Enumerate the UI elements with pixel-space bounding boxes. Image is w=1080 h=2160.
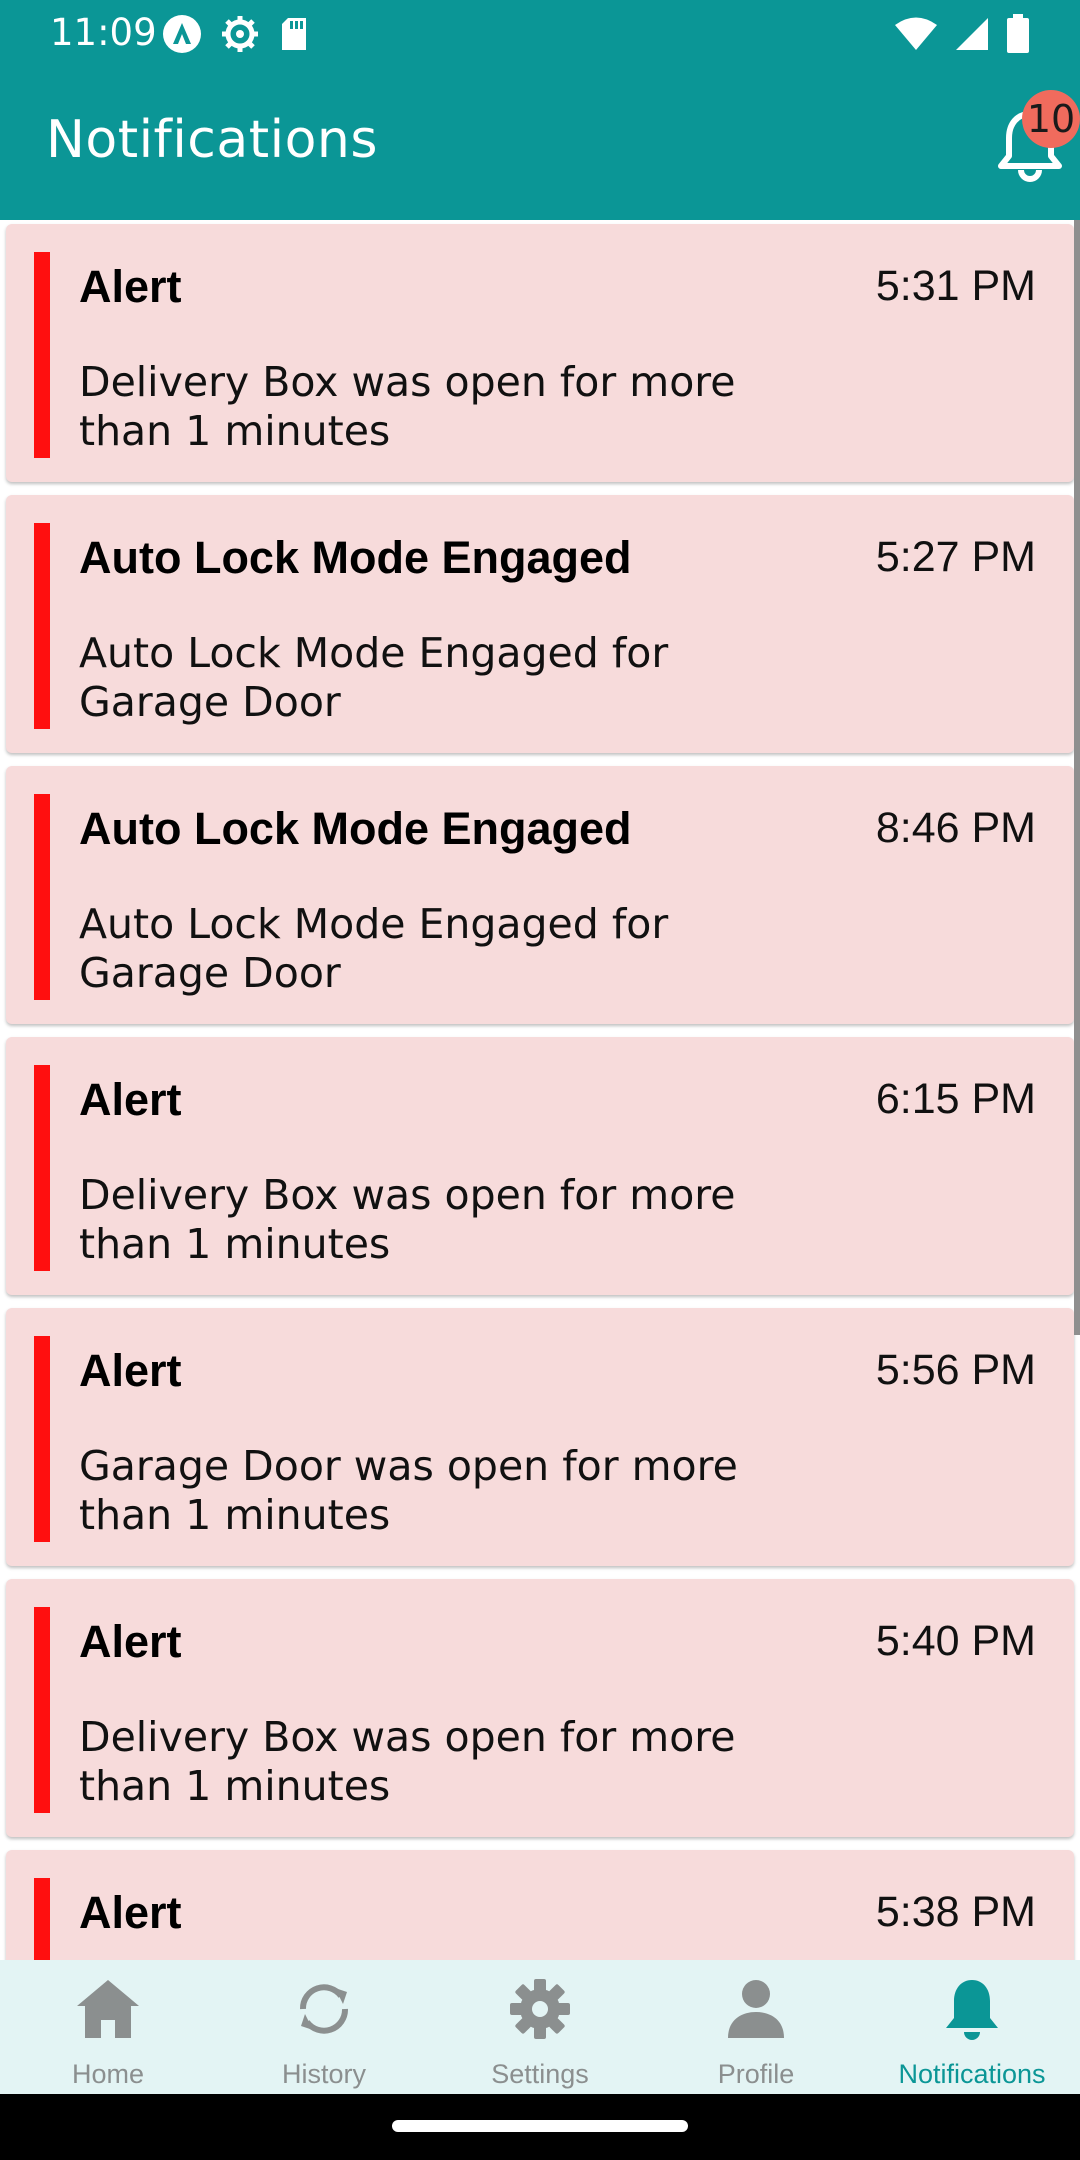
home-icon (77, 1980, 139, 2038)
status-icons-left (162, 14, 310, 59)
bell-icon (946, 1980, 998, 2040)
nav-settings[interactable]: Settings (432, 1960, 648, 2094)
gear-icon (510, 1979, 570, 2039)
android-auto-icon (162, 14, 202, 59)
notification-message: Delivery Box was open for more than 1 mi… (79, 1171, 736, 1268)
notification-card[interactable]: Alert 6:15 PM Delivery Box was open for … (6, 1037, 1074, 1295)
page-title: Notifications (46, 110, 378, 170)
nav-history-label: History (281, 2059, 366, 2089)
severity-bar (34, 1065, 50, 1271)
notification-list[interactable]: Alert 5:31 PM Delivery Box was open for … (0, 220, 1080, 1960)
system-navigation-bar (0, 2094, 1080, 2160)
severity-bar (34, 794, 50, 1000)
notification-card[interactable]: Auto Lock Mode Engaged 8:46 PM Auto Lock… (6, 766, 1074, 1024)
notification-card[interactable]: Alert 5:31 PM Delivery Box was open for … (6, 224, 1074, 482)
notification-title: Alert (79, 1887, 182, 1938)
notification-message: Garage Door was open for more than 1 min… (79, 1442, 738, 1539)
notification-card[interactable]: Auto Lock Mode Engaged 5:27 PM Auto Lock… (6, 495, 1074, 753)
notification-title: Auto Lock Mode Engaged (79, 532, 632, 583)
notification-title: Alert (79, 261, 182, 312)
severity-bar (34, 1878, 50, 1960)
nav-settings-label: Settings (491, 2059, 589, 2089)
notification-title: Alert (79, 1345, 182, 1396)
notification-card[interactable]: Alert 5:38 PM (6, 1850, 1074, 1960)
wifi-icon (894, 16, 938, 57)
notification-time: 6:15 PM (875, 1075, 1036, 1123)
notification-time: 5:38 PM (875, 1888, 1036, 1936)
notification-time: 5:40 PM (875, 1617, 1036, 1665)
notification-title: Alert (79, 1616, 182, 1667)
nav-home-label: Home (71, 2059, 145, 2089)
person-icon (728, 1980, 784, 2038)
notification-time: 8:46 PM (875, 804, 1036, 852)
nav-profile-label: Profile (717, 2059, 795, 2089)
home-gesture-handle[interactable] (392, 2120, 688, 2132)
cellular-signal-icon (954, 16, 990, 57)
severity-bar (34, 252, 50, 458)
notification-message: Delivery Box was open for more than 1 mi… (79, 358, 736, 455)
nav-history[interactable]: History (216, 1960, 432, 2094)
notification-title: Alert (79, 1074, 182, 1125)
notification-time: 5:31 PM (875, 262, 1036, 310)
sync-icon (299, 1984, 349, 2034)
nav-notifications[interactable]: Notifications (864, 1960, 1080, 2094)
notification-message: Auto Lock Mode Engaged for Garage Door (79, 629, 669, 726)
severity-bar (34, 1336, 50, 1542)
notification-time: 5:27 PM (875, 533, 1036, 581)
settings-gear-icon (220, 14, 260, 59)
list-scrollbar[interactable] (1074, 220, 1080, 1335)
status-icons-right (894, 14, 1030, 59)
nav-profile[interactable]: Profile (648, 1960, 864, 2094)
notification-title: Auto Lock Mode Engaged (79, 803, 632, 854)
status-bar: 11:09 (0, 0, 1080, 66)
notification-time: 5:56 PM (875, 1346, 1036, 1394)
notification-count-badge: 10 (1022, 90, 1080, 148)
battery-icon (1006, 14, 1030, 59)
bottom-navigation: Home History Settings Profile Notificati… (0, 1960, 1080, 2094)
sd-card-icon (278, 16, 310, 57)
notification-message: Auto Lock Mode Engaged for Garage Door (79, 900, 669, 997)
notification-card[interactable]: Alert 5:40 PM Delivery Box was open for … (6, 1579, 1074, 1837)
severity-bar (34, 523, 50, 729)
severity-bar (34, 1607, 50, 1813)
nav-notifications-label: Notifications (898, 2059, 1046, 2089)
notification-message: Delivery Box was open for more than 1 mi… (79, 1713, 736, 1810)
nav-home[interactable]: Home (0, 1960, 216, 2094)
app-bar: Notifications (0, 66, 1080, 220)
status-time: 11:09 (50, 11, 157, 54)
notification-card[interactable]: Alert 5:56 PM Garage Door was open for m… (6, 1308, 1074, 1566)
